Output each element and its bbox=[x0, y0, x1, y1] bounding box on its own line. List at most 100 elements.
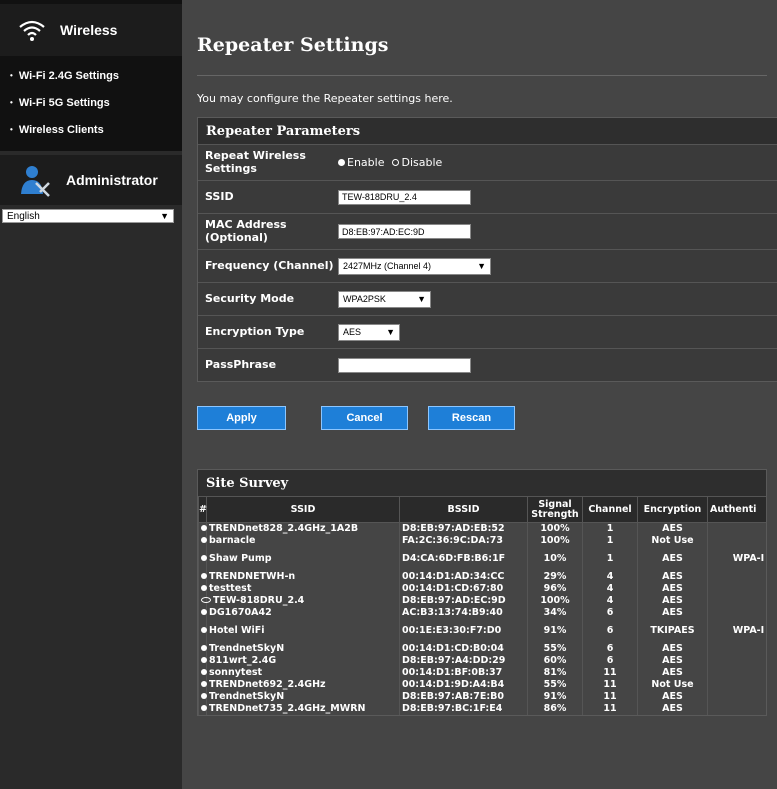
encryption-cell: AES bbox=[637, 666, 708, 679]
radio-icon[interactable] bbox=[201, 705, 207, 711]
column-header: BSSID bbox=[399, 496, 528, 523]
administrator-icon bbox=[18, 163, 52, 197]
channel-cell: 6 bbox=[582, 642, 638, 655]
column-header: Channel bbox=[582, 496, 638, 523]
passphrase-row: PassPhrase bbox=[198, 348, 777, 381]
wireless-section-header[interactable]: Wireless bbox=[0, 4, 182, 56]
signal-cell: 60% bbox=[527, 654, 583, 667]
encryption-cell: AES bbox=[637, 606, 708, 619]
sidebar-item-wireless-clients[interactable]: • Wireless Clients bbox=[0, 116, 182, 143]
radio-icon[interactable] bbox=[201, 657, 207, 663]
frequency-row: Frequency (Channel) 2427MHz (Channel 4) ▼ bbox=[198, 249, 777, 282]
table-row[interactable]: TRENDNETWH-n 00:14:D1:AD:34:CC29%4AESWPA2 bbox=[198, 570, 766, 583]
dropdown-arrow-icon: ▼ bbox=[386, 327, 395, 337]
encryption-cell: AES bbox=[637, 582, 708, 595]
radio-icon[interactable] bbox=[201, 585, 207, 591]
radio-icon[interactable] bbox=[201, 537, 207, 543]
passphrase-input[interactable] bbox=[338, 357, 471, 373]
radio-icon[interactable] bbox=[201, 573, 207, 579]
encryption-type-select[interactable]: AES ▼ bbox=[338, 323, 400, 341]
radio-icon[interactable] bbox=[201, 627, 207, 633]
ssid-input[interactable]: TEW-818DRU_2.4 bbox=[338, 189, 471, 205]
bssid-cell: D4:CA:6D:FB:B6:1F bbox=[399, 546, 528, 571]
ssid-text: barnacle bbox=[209, 535, 256, 546]
table-row[interactable]: TrendnetSkyN D8:EB:97:AB:7E:B091%11AESWPA… bbox=[198, 690, 766, 703]
auth-cell: WPA-I WPA2 bbox=[707, 618, 766, 643]
bssid-cell: 00:14:D1:BF:0B:37 bbox=[399, 666, 528, 679]
encryption-cell: AES bbox=[637, 522, 708, 535]
disable-radio[interactable]: Disable bbox=[392, 156, 442, 169]
apply-button[interactable]: Apply bbox=[197, 406, 286, 430]
signal-cell: 86% bbox=[527, 702, 583, 715]
page-description: You may configure the Repeater settings … bbox=[197, 92, 453, 105]
table-row[interactable]: TRENDnet828_2.4GHz_1A2B D8:EB:97:AD:EB:52… bbox=[198, 522, 766, 535]
encryption-cell: AES bbox=[637, 594, 708, 607]
bssid-cell: 00:14:D1:CD:B0:04 bbox=[399, 642, 528, 655]
page-title: Repeater Settings bbox=[197, 34, 389, 56]
encryption-cell: TKIPAES bbox=[637, 618, 708, 643]
table-row[interactable]: barnacle FA:2C:36:9C:DA:73100%1Not UseNOI bbox=[198, 534, 766, 547]
radio-icon[interactable] bbox=[201, 525, 207, 532]
table-row[interactable]: testtest 00:14:D1:CD:67:8096%4AESWPA2 bbox=[198, 582, 766, 595]
security-mode-row: Security Mode WPA2PSK ▼ bbox=[198, 282, 777, 315]
ssid-cell: TrendnetSkyN bbox=[200, 642, 394, 655]
channel-cell: 11 bbox=[582, 678, 638, 691]
radio-icon[interactable] bbox=[201, 681, 207, 687]
signal-cell: 96% bbox=[527, 582, 583, 595]
table-row[interactable]: 811wrt_2.4G D8:EB:97:A4:DD:2960%6AESWPA2 bbox=[198, 654, 766, 667]
bssid-cell: AC:B3:13:74:B9:40 bbox=[399, 606, 528, 619]
ssid-text: 811wrt_2.4G bbox=[209, 655, 277, 666]
channel-cell: 11 bbox=[582, 690, 638, 703]
sidebar-item-wifi-5g[interactable]: • Wi-Fi 5G Settings bbox=[0, 89, 182, 116]
channel-cell: 11 bbox=[582, 666, 638, 679]
field-label: Security Mode bbox=[205, 291, 295, 305]
sidebar-item-label: Wireless Clients bbox=[18, 123, 104, 136]
auth-cell: WPA2 bbox=[707, 606, 766, 619]
radio-icon[interactable] bbox=[201, 669, 207, 675]
radio-icon[interactable] bbox=[201, 645, 207, 651]
auth-cell: WPA2 bbox=[707, 570, 766, 583]
site-survey-panel: Site Survey # SSID BSSID Signal Strength… bbox=[197, 469, 767, 716]
radio-icon[interactable] bbox=[201, 609, 207, 615]
ssid-text: Shaw Pump bbox=[209, 553, 272, 564]
table-row[interactable]: TRENDnet735_2.4GHz_MWRN D8:EB:97:BC:1F:E4… bbox=[198, 702, 766, 715]
signal-cell: 55% bbox=[527, 678, 583, 691]
signal-cell: 100% bbox=[527, 594, 583, 607]
security-mode-select[interactable]: WPA2PSK ▼ bbox=[338, 290, 431, 308]
radio-selected-icon[interactable] bbox=[201, 597, 211, 603]
auth-cell: WPA2 bbox=[707, 702, 766, 715]
table-row[interactable]: TEW-818DRU_2.4 D8:EB:97:AD:EC:9D100%4AESW… bbox=[198, 594, 766, 607]
cancel-button[interactable]: Cancel bbox=[321, 406, 408, 430]
bssid-cell: D8:EB:97:AD:EC:9D bbox=[399, 594, 528, 607]
bullet-icon: • bbox=[10, 98, 13, 107]
bullet-icon: • bbox=[10, 71, 13, 80]
frequency-select[interactable]: 2427MHz (Channel 4) ▼ bbox=[338, 257, 491, 275]
table-row[interactable]: Hotel WiFi 00:1E:E3:30:F7:D0 91% 6 TKIPAES WP… bbox=[198, 618, 766, 643]
ssid-text: TRENDnet735_2.4GHz_MWRN bbox=[209, 703, 366, 714]
radio-icon[interactable] bbox=[201, 555, 207, 561]
table-row[interactable]: sonnytest 00:14:D1:BF:0B:3781%11AESWPA2 bbox=[198, 666, 766, 679]
field-label: MAC Address (Optional) bbox=[205, 218, 287, 244]
table-row[interactable]: DG1670A42 AC:B3:13:74:B9:4034%6AESWPA2 bbox=[198, 606, 766, 619]
ssid-cell: 811wrt_2.4G bbox=[200, 654, 394, 667]
administrator-section-header[interactable]: Administrator bbox=[0, 155, 182, 205]
ssid-cell: Hotel WiFi bbox=[200, 618, 394, 643]
sidebar-item-wifi-24g[interactable]: • Wi-Fi 2.4G Settings bbox=[0, 62, 182, 89]
ssid-text: TRENDNETWH-n bbox=[209, 571, 296, 582]
sidebar: Wireless • Wi-Fi 2.4G Settings • Wi-Fi 5G … bbox=[0, 0, 182, 789]
signal-cell: 100% bbox=[527, 522, 583, 535]
ssid-cell: Shaw Pump bbox=[200, 546, 394, 571]
radio-icon[interactable] bbox=[201, 693, 207, 699]
auth-cell: NOI bbox=[707, 534, 766, 547]
administrator-title: Administrator bbox=[66, 172, 158, 188]
mac-address-input[interactable]: D8:EB:97:AD:EC:9D bbox=[338, 224, 471, 239]
enable-radio[interactable]: Enable bbox=[338, 156, 384, 169]
table-row[interactable]: Shaw Pump D4:CA:6D:FB:B6:1F10%1AESWPA-I W… bbox=[198, 546, 766, 571]
language-select[interactable]: English ▼ bbox=[2, 209, 174, 223]
rescan-button[interactable]: Rescan bbox=[428, 406, 515, 430]
encryption-type-row: Encryption Type AES ▼ bbox=[198, 315, 777, 348]
table-row[interactable]: TRENDnet692_2.4GHz 00:14:D1:9D:A4:B4 55% 11… bbox=[198, 678, 766, 691]
column-header: Encryption bbox=[637, 496, 708, 523]
ssid-cell: testtest bbox=[200, 582, 394, 595]
table-row[interactable]: TrendnetSkyN 00:14:D1:CD:B0:0455%6AESWPA2 bbox=[198, 642, 766, 655]
